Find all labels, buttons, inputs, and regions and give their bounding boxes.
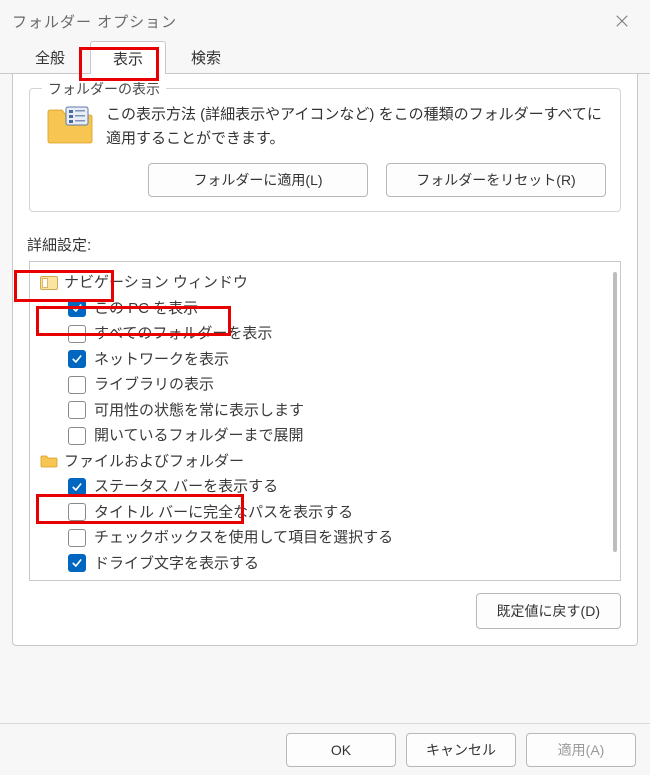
checkbox[interactable] xyxy=(68,350,86,368)
checkbox[interactable] xyxy=(68,401,86,419)
checkbox[interactable] xyxy=(68,554,86,572)
ok-button[interactable]: OK xyxy=(286,733,396,767)
tree-item[interactable]: チェックボックスを使用して項目を選択する xyxy=(68,525,610,551)
checkbox[interactable] xyxy=(68,299,86,317)
window-title: フォルダー オプション xyxy=(12,11,177,32)
advanced-settings-label: 詳細設定: xyxy=(27,234,621,255)
group-folder-view: フォルダーの表示 この表示方法 (詳細表示やアイコンなど) を xyxy=(29,88,621,212)
checkbox[interactable] xyxy=(68,478,86,496)
folder-options-icon xyxy=(44,103,96,149)
close-button[interactable] xyxy=(600,5,644,37)
tree-item-label: タイトル バーに完全なパスを表示する xyxy=(94,500,353,526)
tree-group-label: ナビゲーション ウィンドウ xyxy=(64,270,248,296)
tab-search[interactable]: 検索 xyxy=(168,40,244,73)
tree-item-label: この PC を表示 xyxy=(94,296,198,322)
tree-group-label: ファイルおよびフォルダー xyxy=(64,449,244,475)
folder-view-description: この表示方法 (詳細表示やアイコンなど) をこの種類のフォルダーすべてに適用する… xyxy=(106,103,606,151)
tree-item-label: ネットワークを表示 xyxy=(94,347,229,373)
reset-folders-button[interactable]: フォルダーをリセット(R) xyxy=(386,163,606,197)
apply-to-folders-button[interactable]: フォルダーに適用(L) xyxy=(148,163,368,197)
tree-group-header[interactable]: ファイルおよびフォルダー xyxy=(40,449,610,475)
tree-item[interactable]: 開いているフォルダーまで展開 xyxy=(68,423,610,449)
tab-view[interactable]: 表示 xyxy=(90,41,166,74)
close-icon xyxy=(615,14,629,28)
cancel-button[interactable]: キャンセル xyxy=(406,733,516,767)
tree-item[interactable]: ライブラリの表示 xyxy=(68,372,610,398)
titlebar: フォルダー オプション xyxy=(0,0,650,42)
tab-body-view: フォルダーの表示 この表示方法 (詳細表示やアイコンなど) を xyxy=(12,74,638,646)
checkbox[interactable] xyxy=(68,427,86,445)
tree-item-label: ステータス バーを表示する xyxy=(94,474,278,500)
checkbox[interactable] xyxy=(68,503,86,521)
tree-item-label: すべてのフォルダーを表示 xyxy=(94,321,272,347)
tree-item-label: チェックボックスを使用して項目を選択する xyxy=(94,525,393,551)
tab-general[interactable]: 全般 xyxy=(12,40,88,73)
tree-group-navigation-pane: ナビゲーション ウィンドウこの PC を表示すべてのフォルダーを表示ネットワーク… xyxy=(40,270,610,449)
tree-item-label: ドライブ文字を表示する xyxy=(94,551,259,577)
tree-item[interactable]: タイトル バーに完全なパスを表示する xyxy=(68,500,610,526)
advanced-settings-tree[interactable]: ナビゲーション ウィンドウこの PC を表示すべてのフォルダーを表示ネットワーク… xyxy=(29,261,621,581)
tree-group-header[interactable]: ナビゲーション ウィンドウ xyxy=(40,270,610,296)
tree-scrollbar[interactable] xyxy=(613,272,617,552)
restore-defaults-button[interactable]: 既定値に戻す(D) xyxy=(476,593,621,629)
tree-item[interactable]: すべてのフォルダーを表示 xyxy=(68,321,610,347)
tree-group-files-and-folders: ファイルおよびフォルダーステータス バーを表示するタイトル バーに完全なパスを表… xyxy=(40,449,610,577)
checkbox[interactable] xyxy=(68,325,86,343)
group-folder-view-label: フォルダーの表示 xyxy=(42,79,166,99)
apply-button[interactable]: 適用(A) xyxy=(526,733,636,767)
tree-item[interactable]: 可用性の状態を常に表示します xyxy=(68,398,610,424)
tree-item-label: 可用性の状態を常に表示します xyxy=(94,398,304,424)
tree-item[interactable]: ネットワークを表示 xyxy=(68,347,610,373)
nav-pane-icon xyxy=(40,275,58,291)
tree-item[interactable]: この PC を表示 xyxy=(68,296,610,322)
dialog-footer: OK キャンセル 適用(A) xyxy=(0,723,650,775)
tree-item-label: 開いているフォルダーまで展開 xyxy=(94,423,304,449)
checkbox[interactable] xyxy=(68,529,86,547)
tab-strip: 全般 表示 検索 xyxy=(0,42,650,74)
tree-item[interactable]: ドライブ文字を表示する xyxy=(68,551,610,577)
folder-icon xyxy=(40,453,58,469)
tree-item[interactable]: ステータス バーを表示する xyxy=(68,474,610,500)
tree-item-label: ライブラリの表示 xyxy=(94,372,214,398)
checkbox[interactable] xyxy=(68,376,86,394)
